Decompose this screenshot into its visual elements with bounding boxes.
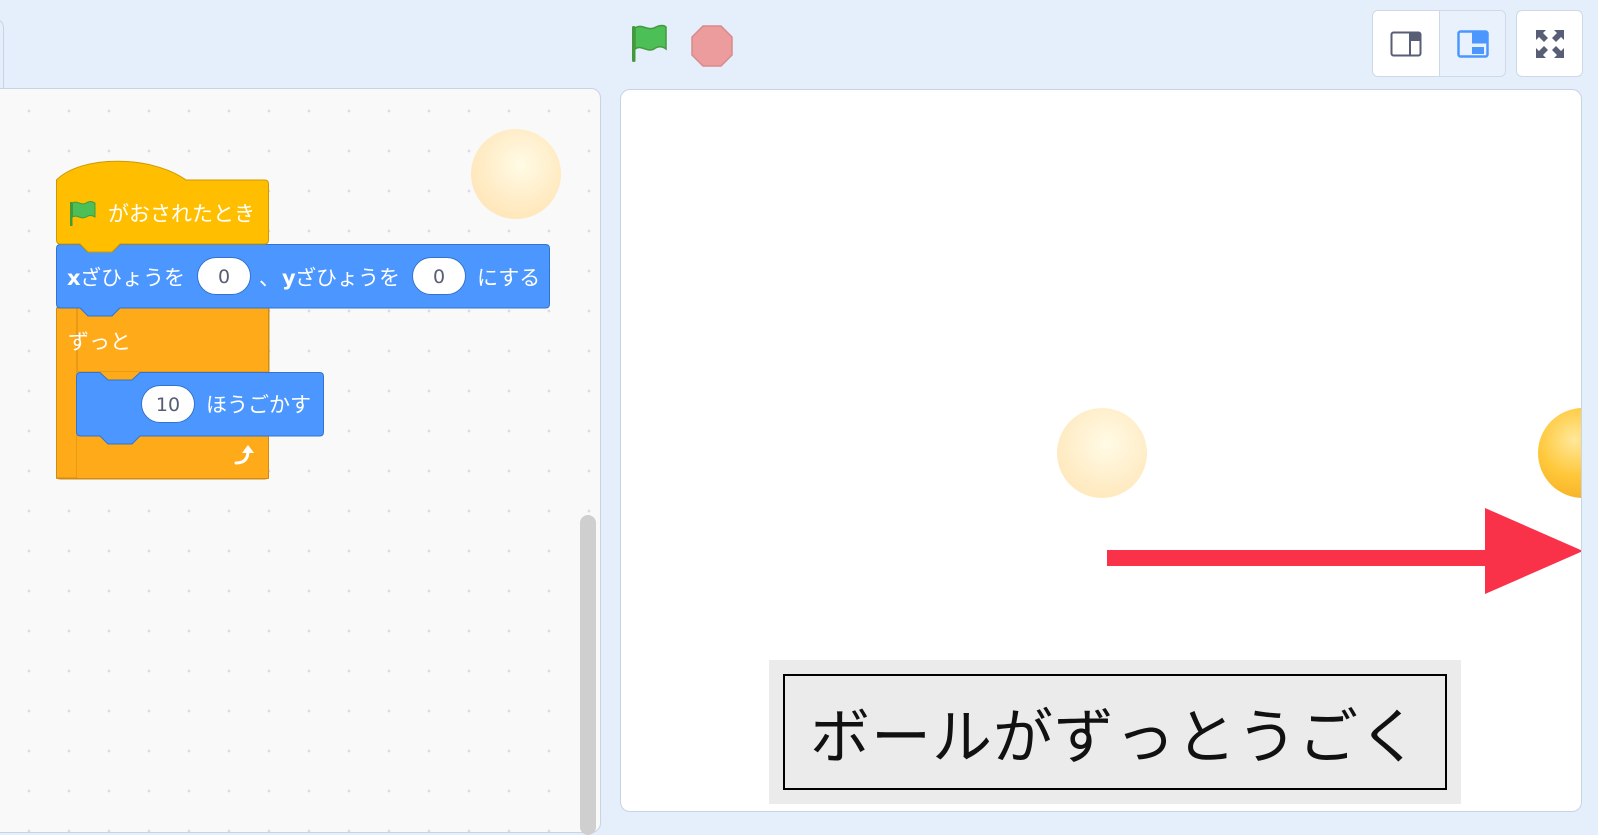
move-steps-input[interactable]: 10 [141, 385, 195, 423]
ball-sprite[interactable] [1538, 408, 1581, 498]
script-stack[interactable]: がおされたとき x ざひょうを 0 、 y ざひょうを 0 にする ずっと 10… [56, 160, 576, 500]
stage-size-toggle [1372, 10, 1506, 77]
caption-text: ボールがずっとうごく [783, 674, 1447, 790]
green-flag-icon [632, 24, 667, 62]
normal-stage-icon [1457, 29, 1489, 58]
goto-y-label: ざひょうを [295, 266, 400, 290]
goto-y-input[interactable]: 0 [412, 257, 466, 295]
workspace-scrollbar[interactable] [580, 515, 596, 835]
stop-icon [691, 25, 733, 67]
goto-y-prefix: y [282, 266, 296, 290]
small-stage-icon [1390, 31, 1422, 56]
code-tab-edge[interactable] [0, 18, 4, 90]
goto-x-prefix: x [67, 266, 81, 290]
goto-suffix: にする [477, 266, 541, 290]
direction-arrow [1107, 508, 1581, 594]
goto-x-label: ざひょうを [80, 266, 185, 290]
forever-block-label: ずっと [68, 330, 131, 354]
green-flag-button[interactable] [628, 22, 672, 64]
stage[interactable]: ボールがずっとうごく [620, 89, 1582, 812]
stop-button[interactable] [690, 24, 734, 68]
hat-block-label: がおされたとき [108, 202, 255, 226]
normal-stage-button[interactable] [1440, 11, 1505, 76]
fullscreen-button[interactable] [1516, 10, 1583, 77]
goto-x-input[interactable]: 0 [197, 257, 251, 295]
goto-separator: 、 [259, 266, 280, 290]
ball-start-ghost [1057, 408, 1147, 498]
move-block-label: ほうごかす [206, 393, 311, 417]
small-stage-button[interactable] [1373, 11, 1440, 76]
caption-panel: ボールがずっとうごく [769, 660, 1461, 804]
fullscreen-icon [1535, 29, 1564, 58]
